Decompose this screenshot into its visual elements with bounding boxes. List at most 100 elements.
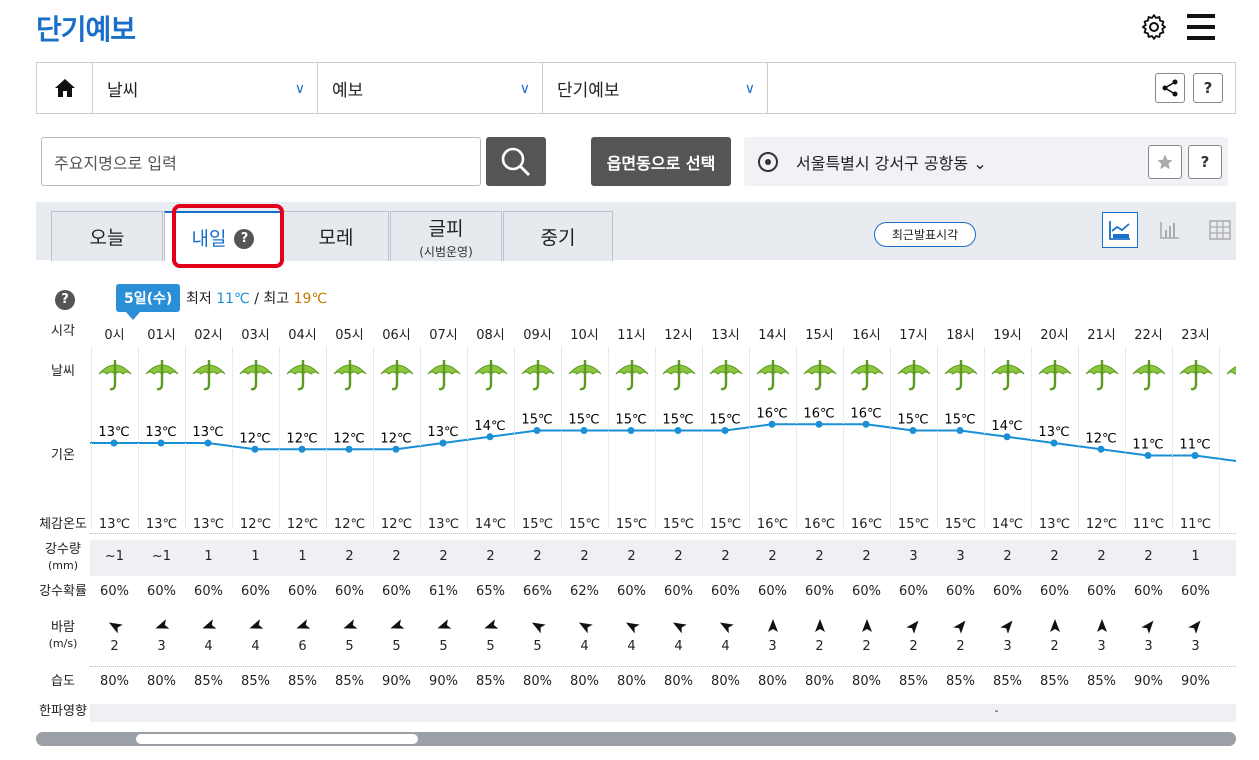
hour-cell: 21시 [1087,328,1116,343]
tab-day-after[interactable]: 모레 [283,211,389,261]
hour-cell: 08시 [476,328,505,343]
breadcrumb-nav: 날씨 ∨ 예보 ∨ 단기예보 ∨ ? [36,62,1236,114]
feel-cell: 15℃ [897,517,930,532]
bar-chart-view-icon[interactable] [1152,212,1188,248]
location-text: 서울특별시 강서구 공항동 [796,153,969,173]
home-icon[interactable] [37,63,93,113]
line-chart-view-icon[interactable] [1102,212,1138,248]
humidity-cell: 90% [429,674,458,689]
prob-cell: 66% [523,584,552,599]
nav-help-button[interactable]: ? [1193,73,1223,103]
max-value: 19℃ [293,291,328,307]
tab-today[interactable]: 오늘 [51,211,163,261]
date-badge: 5일(수) [116,284,181,320]
chevron-down-icon: ⌄ [973,153,987,173]
settings-gear-icon[interactable] [1139,12,1169,42]
horizontal-scrollbar[interactable] [36,732,1236,746]
precip-cell: ~1 [151,549,172,564]
hour-cell: 0 [1219,324,1236,339]
humidity-cell: 80% [147,674,176,689]
hour-cell: 19시 [993,328,1022,343]
feel-cell: 13℃ [192,517,225,532]
tab-label: 중기 [540,227,576,249]
umbrella-icon [420,356,467,396]
search-input[interactable]: 주요지명으로 입력 [41,137,481,186]
temperature-point [627,427,635,434]
nav-select-forecast[interactable]: 예보 ∨ [318,63,543,113]
feel-cell: 8 [1219,517,1236,532]
umbrella-icon [326,356,373,396]
menu-hamburger-icon[interactable] [1187,14,1215,40]
location-help-button[interactable]: ? [1188,144,1222,179]
recent-release-button[interactable]: 최근발표시각 [874,222,976,247]
tab-tomorrow[interactable]: 내일? [164,211,282,261]
prob-cell: 6 [1219,584,1236,599]
umbrella-icon [843,356,890,396]
precip-cell: 2 [345,549,354,564]
tab-label: 글피 [428,217,464,240]
umbrella-icon [1031,356,1078,396]
temperature-point [110,439,118,447]
wind-arrow-icon [843,618,890,636]
cold-band [90,704,1236,722]
precip-cell: 3 [956,549,965,564]
feel-cell: 14℃ [991,517,1024,532]
prob-cell: 65% [476,584,505,599]
wind-arrow-icon [655,618,702,636]
feel-cell: 12℃ [239,517,272,532]
precip-cell: 3 [909,549,918,564]
precip-cell: 2 [439,549,448,564]
tab-midterm[interactable]: 중기 [503,211,613,261]
hour-cell: 11시 [617,328,646,343]
table-view-icon[interactable] [1202,212,1238,248]
select-by-district-button[interactable]: 읍면동으로 선택 [591,137,731,186]
wind-speed-cell: 3 [768,639,777,654]
prob-cell: 60% [946,584,975,599]
hour-cell: 09시 [523,328,552,343]
wind-arrow-icon [608,618,655,636]
hour-cell: 02시 [194,328,223,343]
wind-speed-cell: 6 [298,639,307,654]
prob-cell: 60% [664,584,693,599]
search-button[interactable] [486,137,546,186]
location-select[interactable]: 서울특별시 강서구 공항동 ⌄ [796,150,1148,174]
precip-cell: 1 [298,549,307,564]
feel-cell: 12℃ [380,517,413,532]
page-title: 단기예보 [36,13,136,46]
wind-arrow-icon [984,618,1031,636]
temperature-label: 15℃ [615,413,646,428]
temperature-point [392,445,400,453]
prob-cell: 60% [241,584,270,599]
favorite-button[interactable] [1148,144,1182,179]
temperature-point [157,439,165,447]
wind-speed-cell: 2 [110,639,119,654]
precip-cell: 2 [815,549,824,564]
temperature-point [1097,445,1105,453]
tab-third-day[interactable]: 글피 (시범운영) [390,211,502,261]
min-max-separator: / [254,291,259,307]
wind-speed-cell: 4 [674,639,683,654]
help-icon[interactable]: ? [234,229,255,249]
scrollbar-thumb[interactable] [136,734,418,744]
row-label-prob: 강수확률 [39,584,87,599]
star-icon [1157,154,1173,169]
humidity-cell: 85% [1087,674,1116,689]
wind-speed-cell: 3 [1003,639,1012,654]
wind-arrow-icon [796,618,843,636]
precip-cell: 2 [533,549,542,564]
share-button[interactable] [1155,73,1185,103]
precip-cell: 2 [392,549,401,564]
forecast-help-icon[interactable]: ? [55,290,75,310]
humidity-cell: 85% [946,674,975,689]
wind-speed-cell: 2 [956,639,965,654]
precip-cell: 2 [674,549,683,564]
precip-cell: 1 [1191,549,1200,564]
feel-cell: 14℃ [474,517,507,532]
hour-cell: 04시 [288,328,317,343]
precip-cell: 1 [251,549,260,564]
nav-select-weather[interactable]: 날씨 ∨ [93,63,318,113]
temperature-label: 14℃ [991,419,1022,434]
location-target-icon[interactable] [758,151,778,172]
temperature-label: 13℃ [427,425,458,440]
nav-select-short-forecast[interactable]: 단기예보 ∨ [543,63,768,113]
